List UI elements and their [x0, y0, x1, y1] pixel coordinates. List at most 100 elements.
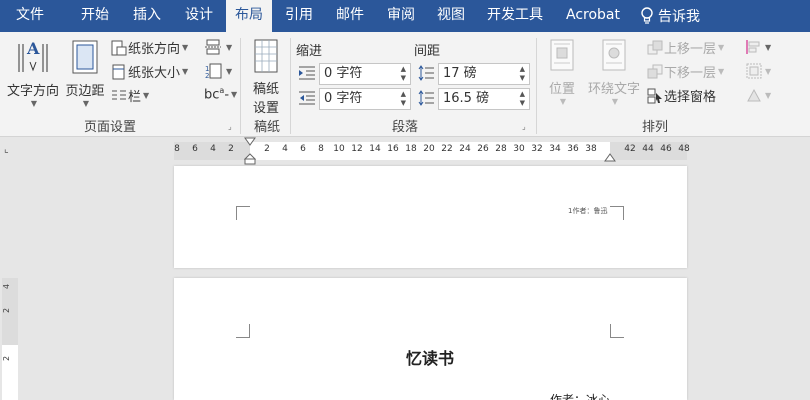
- document-page[interactable]: 忆读书 作者：冰心: [174, 278, 687, 400]
- group-objects-button[interactable]: ▼: [745, 62, 771, 80]
- tab-layout[interactable]: 布局: [226, 0, 272, 33]
- selection-pane-label: 选择窗格: [664, 90, 717, 105]
- ribbon: A 文字方向 ▼ 页边距 ▼ 纸张方向 ▼ 纸张大小 ▼ 栏 ▼ ▼ 12 ▼ bca…: [0, 32, 810, 137]
- chevron-down-icon: ▼: [765, 66, 772, 76]
- manuscript-settings-label-1: 稿纸: [252, 82, 279, 97]
- text-direction-button[interactable]: A 文字方向 ▼: [4, 38, 62, 108]
- columns-icon: [112, 90, 126, 99]
- indent-right-value: 0 字符: [324, 91, 363, 106]
- tab-review[interactable]: 审阅: [380, 0, 422, 32]
- indent-left-input[interactable]: 0 字符 ▲ ▼: [319, 63, 411, 85]
- text-direction-icon: A: [18, 39, 48, 72]
- orientation-label: 纸张方向: [128, 42, 181, 57]
- tab-stop-selector-icon[interactable]: ⌞: [4, 144, 18, 158]
- selection-pane-button[interactable]: 选择窗格: [646, 86, 716, 105]
- bring-forward-button[interactable]: 上移一层 ▼: [646, 38, 724, 57]
- ruler-tick: 20: [423, 144, 435, 154]
- spinner-arrows-icon[interactable]: ▲ ▼: [520, 65, 525, 83]
- spacing-after-input[interactable]: 16.5 磅 ▲ ▼: [438, 88, 530, 110]
- ruler-tick: 38: [585, 144, 597, 154]
- send-backward-button[interactable]: 下移一层 ▼: [646, 62, 724, 81]
- ruler-tick: 46: [660, 144, 672, 154]
- tell-me-box[interactable]: 告诉我: [640, 0, 700, 32]
- chevron-down-icon: ▼: [718, 43, 725, 52]
- dialog-launcher-icon[interactable]: ⌟: [228, 122, 232, 131]
- rotate-button[interactable]: ▼: [745, 86, 771, 104]
- crop-mark: [236, 324, 250, 338]
- size-button[interactable]: 纸张大小 ▼: [110, 62, 188, 81]
- chevron-down-icon: ▼: [765, 90, 772, 100]
- bring-forward-icon: [647, 40, 663, 54]
- wrap-text-label: 环绕文字: [587, 82, 640, 97]
- chevron-down-icon: ▼: [226, 42, 233, 52]
- document-title[interactable]: 忆读书: [406, 345, 454, 369]
- ruler-tick: 2: [264, 144, 270, 154]
- ruler-tick: 14: [369, 144, 381, 154]
- spacing-after-icon: [418, 90, 434, 106]
- ruler-tick: 12: [351, 144, 363, 154]
- chevron-down-icon: ▼: [182, 67, 189, 76]
- ruler-tick: 48: [678, 144, 690, 154]
- line-numbers-button[interactable]: 12 ▼: [204, 62, 232, 80]
- ruler-tick: 36: [567, 144, 579, 154]
- align-button[interactable]: ▼: [745, 38, 771, 56]
- chevron-down-icon: ▼: [30, 99, 38, 108]
- send-backward-icon: [647, 64, 663, 78]
- document-author[interactable]: 作者：冰心: [550, 391, 610, 400]
- spacing-after-value: 16.5 磅: [443, 91, 490, 106]
- tab-references[interactable]: 引用: [278, 0, 320, 32]
- first-line-indent-marker-icon[interactable]: [244, 137, 256, 146]
- breaks-button[interactable]: ▼: [204, 38, 232, 56]
- ruler-tick: 8: [174, 144, 180, 154]
- document-page[interactable]: 1作者：鲁迅: [174, 166, 687, 268]
- orientation-button[interactable]: 纸张方向 ▼: [110, 38, 188, 57]
- tab-design[interactable]: 设计: [176, 0, 222, 32]
- ruler-tick: 22: [441, 144, 453, 154]
- crop-mark: [236, 206, 250, 220]
- right-indent-marker-icon[interactable]: [604, 153, 616, 162]
- indent-right-input[interactable]: 0 字符 ▲ ▼: [319, 88, 411, 110]
- spacing-before-icon: [418, 65, 434, 81]
- vertical-ruler-tick: 2: [2, 307, 12, 314]
- tab-developer[interactable]: 开发工具: [482, 0, 548, 32]
- manuscript-group-label: 稿纸: [253, 120, 280, 135]
- spacing-before-input[interactable]: 17 磅 ▲ ▼: [438, 63, 530, 85]
- manuscript-settings-label-2: 设置: [252, 101, 279, 116]
- chevron-down-icon: ▼: [82, 99, 90, 108]
- dialog-launcher-icon[interactable]: ⌟: [522, 122, 526, 131]
- tab-insert[interactable]: 插入: [124, 0, 170, 32]
- ruler-tick: 28: [495, 144, 507, 154]
- hanging-indent-marker-icon[interactable]: [244, 153, 256, 165]
- ruler-tick: 6: [192, 144, 198, 154]
- manuscript-settings-button[interactable]: 稿纸 设置: [245, 38, 287, 116]
- position-icon: [550, 39, 574, 71]
- position-button[interactable]: 位置 ▼: [542, 38, 582, 106]
- paragraph-group-label: 段落: [391, 120, 418, 135]
- size-label: 纸张大小: [128, 66, 181, 81]
- manuscript-icon: [254, 39, 278, 73]
- spinner-arrows-icon[interactable]: ▲ ▼: [401, 90, 406, 108]
- indent-right-icon: [299, 91, 315, 105]
- svg-text:2: 2: [205, 72, 209, 80]
- wrap-text-button[interactable]: 环绕文字 ▼: [584, 38, 644, 106]
- margins-button[interactable]: 页边距 ▼: [62, 38, 108, 108]
- vertical-ruler-text-area: [2, 345, 18, 400]
- line-numbers-icon: 12: [205, 63, 222, 80]
- page-setup-group-label: 页面设置: [83, 120, 136, 135]
- chevron-down-icon: ▼: [718, 67, 725, 76]
- tab-file[interactable]: 文件: [4, 0, 56, 32]
- tab-view[interactable]: 视图: [430, 0, 472, 32]
- chevron-down-icon: ▼: [143, 91, 150, 100]
- group-objects-icon: [746, 63, 762, 79]
- spinner-arrows-icon[interactable]: ▲ ▼: [520, 90, 525, 108]
- chevron-down-icon: ▼: [231, 89, 238, 99]
- tab-mailings[interactable]: 邮件: [328, 0, 372, 32]
- spinner-arrows-icon[interactable]: ▲ ▼: [401, 65, 406, 83]
- hyphenation-button[interactable]: bca- ▼: [204, 86, 237, 102]
- tab-acrobat[interactable]: Acrobat: [558, 0, 628, 32]
- tab-home[interactable]: 开始: [70, 0, 120, 32]
- indent-left-icon: [299, 66, 315, 80]
- columns-button[interactable]: 栏 ▼: [110, 86, 149, 105]
- ruler-tick: 10: [333, 144, 345, 154]
- ruler-tick: 4: [210, 144, 216, 154]
